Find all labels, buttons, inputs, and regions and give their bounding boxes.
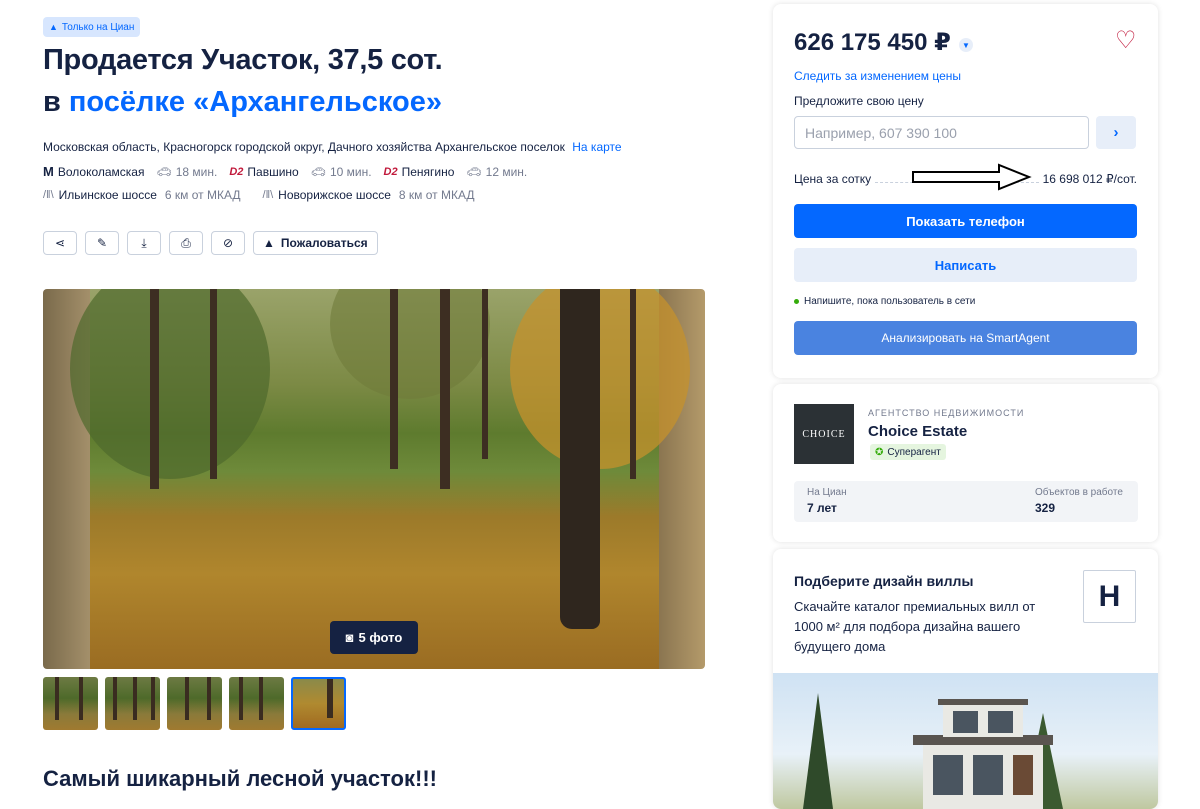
ad-text: Скачайте каталог премиальных вилл от 100… (794, 599, 1036, 654)
metro-icon: М (43, 164, 54, 179)
pencil-icon: ✎ (96, 236, 108, 250)
photo-count-button[interactable]: ◙ 5 фото (330, 621, 418, 654)
thumbnail-active[interactable] (291, 677, 346, 730)
star-badge-icon: ✪ (875, 446, 884, 458)
d2-icon: D2 (383, 165, 398, 178)
highway-item: /‖\ Новорижское шоссе 8 км от МКАД (262, 188, 475, 202)
print-button[interactable]: ⎙ (169, 231, 203, 255)
only-on-cian-badge: ▲ Только на Циан (43, 17, 141, 37)
villa-ad-card[interactable]: Подберите дизайн виллы Скачайте каталог … (773, 549, 1158, 809)
agency-stats: На Циан 7 лет Объектов в работе 329 (794, 481, 1138, 522)
complain-button[interactable]: ▲ Пожаловаться (253, 231, 378, 255)
road-icon: /‖\ (262, 189, 274, 201)
badge-label: Только на Циан (61, 21, 135, 33)
thumbnail-strip (43, 677, 346, 730)
show-phone-button[interactable]: Показать телефон (794, 204, 1137, 238)
cian-icon: ▲ (49, 22, 58, 32)
offer-price-input[interactable] (794, 116, 1089, 149)
thumbnail[interactable] (43, 677, 98, 730)
track-price-link[interactable]: Следить за изменением цены (794, 69, 961, 83)
camera-icon: ◙ (345, 630, 354, 645)
stat-objects: Объектов в работе 329 (1035, 487, 1123, 515)
thumbnail[interactable] (105, 677, 160, 730)
edit-button[interactable]: ✎ (85, 231, 119, 255)
annotation-arrow-icon (912, 163, 1032, 191)
description-title: Самый шикарный лесной участок!!! (43, 766, 437, 791)
stations-list: М Волоколамская 🚗︎ 18 мин. D2 Павшино 🚗︎ 1… (43, 164, 539, 179)
road-icon: /‖\ (43, 189, 54, 201)
hide-button[interactable]: ⊘ (211, 231, 245, 255)
price-history-toggle[interactable]: ▼ (959, 38, 973, 52)
villa-image (773, 673, 1158, 809)
car-icon: 🚗︎ (466, 164, 482, 179)
chevron-right-icon: › (1113, 124, 1119, 141)
settlement-link[interactable]: посёлке «Архангельское» (69, 86, 442, 118)
superagent-badge: ✪ Суперагент (870, 444, 946, 460)
car-icon: 🚗︎ (310, 164, 326, 179)
thumbnail[interactable] (167, 677, 222, 730)
offer-label: Предложите свою цену (794, 94, 924, 108)
favorite-heart-icon[interactable]: ♡ (1115, 26, 1137, 55)
download-icon: ⤓ (141, 235, 147, 250)
online-status: Напишите, пока пользователь в сети (794, 296, 975, 307)
warning-icon: ▲ (263, 236, 275, 250)
ad-logo: H (1083, 570, 1136, 623)
villa-illustration (803, 693, 1063, 809)
agency-card: CHOICE АГЕНТСТВО НЕДВИЖИМОСТИ Choice Est… (773, 384, 1158, 542)
car-icon: 🚗︎ (156, 164, 172, 179)
map-link[interactable]: На карте (572, 140, 621, 154)
share-button[interactable]: ⋖ (43, 231, 77, 255)
printer-icon: ⎙ (181, 235, 191, 250)
station-item[interactable]: D2 Пенягино 🚗︎ 12 мин. (384, 165, 528, 179)
page-title: Продается Участок, 37,5 сот. (43, 44, 443, 76)
agency-label: АГЕНТСТВО НЕДВИЖИМОСТИ (868, 408, 1025, 418)
write-message-button[interactable]: Написать (794, 248, 1137, 282)
agency-name[interactable]: Choice Estate (868, 423, 967, 440)
listing-toolbar: ⋖ ✎ ⤓ ⎙ ⊘ ▲ Пожаловаться (43, 231, 378, 255)
highways-list: /‖\ Ильинское шоссе 6 км от МКАД /‖\ Нов… (43, 188, 496, 202)
d2-icon: D2 (229, 165, 244, 178)
highway-item: /‖\ Ильинское шоссе 6 км от МКАД (43, 188, 241, 202)
smartagent-button[interactable]: Анализировать на SmartAgent (794, 321, 1137, 355)
price-card: 626 175 450 ₽ ▼ ♡ Следить за изменением … (773, 4, 1158, 378)
ad-title: Подберите дизайн виллы (794, 573, 974, 589)
address: Московская область, Красногорск городско… (43, 140, 622, 154)
forest-photo (70, 289, 690, 669)
chevron-down-icon: ▼ (962, 40, 970, 50)
page-title-location: в посёлке «Архангельское» (43, 86, 442, 118)
main-photo[interactable]: ◙ 5 фото (43, 289, 705, 669)
offer-submit-button[interactable]: › (1096, 116, 1136, 149)
online-dot-icon (794, 299, 799, 304)
download-button[interactable]: ⤓ (127, 231, 161, 255)
stat-on-cian: На Циан 7 лет (807, 487, 847, 515)
station-item[interactable]: D2 Павшино 🚗︎ 10 мин. (229, 165, 371, 179)
agency-logo[interactable]: CHOICE (794, 404, 854, 464)
price: 626 175 450 ₽ (794, 29, 951, 56)
thumbnail[interactable] (229, 677, 284, 730)
station-item[interactable]: М Волоколамская 🚗︎ 18 мин. (43, 164, 217, 179)
share-icon: ⋖ (54, 236, 66, 250)
hide-icon: ⊘ (222, 236, 234, 250)
